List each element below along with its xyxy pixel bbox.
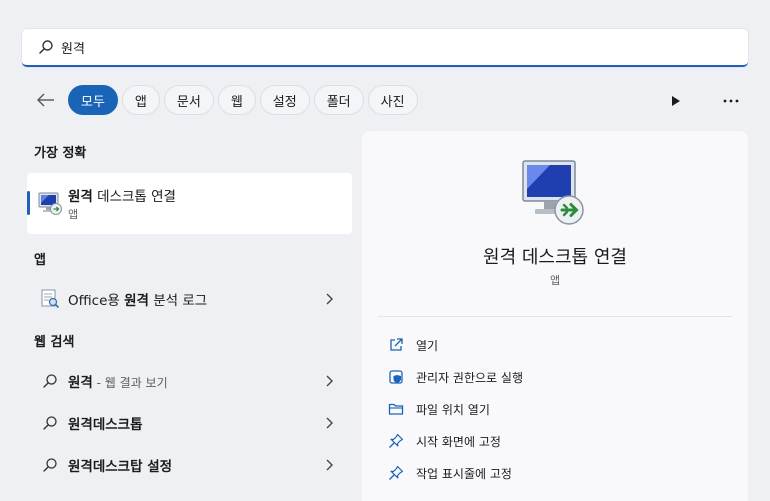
chevron-right-icon[interactable] <box>324 292 334 306</box>
divider <box>378 316 732 317</box>
search-icon <box>38 453 62 477</box>
filter-folders[interactable]: 폴더 <box>313 85 364 115</box>
action-pin-to-start[interactable]: 시작 화면에 고정 <box>388 430 501 452</box>
remote-desktop-app-icon <box>37 190 63 216</box>
filter-photos[interactable]: 사진 <box>367 85 418 115</box>
app-result-label: Office용 원격 분석 로그 <box>68 293 208 309</box>
play-icon[interactable] <box>664 92 688 110</box>
more-options-icon[interactable] <box>718 92 744 110</box>
web-result-label: 원격 - 웹 결과 보기 <box>68 375 168 391</box>
chevron-right-icon[interactable] <box>324 374 334 388</box>
filter-all[interactable]: 모두 <box>68 85 118 115</box>
action-label: 시작 화면에 고정 <box>416 434 501 449</box>
best-match-title: 원격 데스크톱 연결 <box>68 189 176 205</box>
filter-bar: 모두 앱 문서 웹 설정 폴더 사진 <box>34 84 422 116</box>
detail-title: 원격 데스크톱 연결 <box>483 247 627 268</box>
filter-settings[interactable]: 설정 <box>259 85 310 115</box>
search-icon <box>38 411 62 435</box>
search-input[interactable] <box>61 39 661 55</box>
web-result-3[interactable]: 원격데스크탑 설정 <box>27 447 352 483</box>
best-match-result[interactable]: 원격 데스크톱 연결 앱 <box>27 173 352 234</box>
folder-icon <box>388 401 404 417</box>
filter-web[interactable]: 웹 <box>217 85 256 115</box>
action-pin-to-taskbar[interactable]: 작업 표시줄에 고정 <box>388 462 512 484</box>
best-match-subtitle: 앱 <box>68 208 79 221</box>
log-analyzer-icon <box>38 287 62 311</box>
search-box[interactable] <box>22 29 748 67</box>
web-result-label: 원격데스크톱 <box>68 417 143 433</box>
section-web-search: 웹 검색 <box>34 335 75 350</box>
chevron-right-icon[interactable] <box>324 416 334 430</box>
action-label: 관리자 권한으로 실행 <box>416 370 523 385</box>
action-open-file-location[interactable]: 파일 위치 열기 <box>388 398 490 420</box>
pin-icon <box>388 465 404 481</box>
web-result-label: 원격데스크탑 설정 <box>68 459 173 475</box>
chevron-right-icon[interactable] <box>324 458 334 472</box>
pin-icon <box>388 433 404 449</box>
action-label: 작업 표시줄에 고정 <box>416 466 512 481</box>
selection-indicator <box>27 191 30 215</box>
remote-desktop-large-icon <box>520 159 590 229</box>
action-label: 파일 위치 열기 <box>416 402 490 417</box>
detail-panel: 원격 데스크톱 연결 앱 열기 관리자 권한으로 실행 파일 위치 열기 시작 … <box>362 131 748 501</box>
web-result-2[interactable]: 원격데스크톱 <box>27 405 352 441</box>
filter-documents[interactable]: 문서 <box>163 85 214 115</box>
section-apps: 앱 <box>34 253 46 268</box>
action-label: 열기 <box>416 338 439 353</box>
back-arrow-icon[interactable] <box>34 88 58 112</box>
open-icon <box>388 337 404 353</box>
search-icon <box>38 369 62 393</box>
action-open[interactable]: 열기 <box>388 334 438 356</box>
filter-apps[interactable]: 앱 <box>121 85 160 115</box>
detail-subtitle: 앱 <box>549 274 561 287</box>
action-run-as-admin[interactable]: 관리자 권한으로 실행 <box>388 366 523 388</box>
app-result-office-log[interactable]: Office용 원격 분석 로그 <box>27 281 352 317</box>
section-best-match: 가장 정확 <box>34 146 87 161</box>
web-result-1[interactable]: 원격 - 웹 결과 보기 <box>27 363 352 399</box>
shield-icon <box>388 369 404 385</box>
search-icon <box>38 39 54 55</box>
